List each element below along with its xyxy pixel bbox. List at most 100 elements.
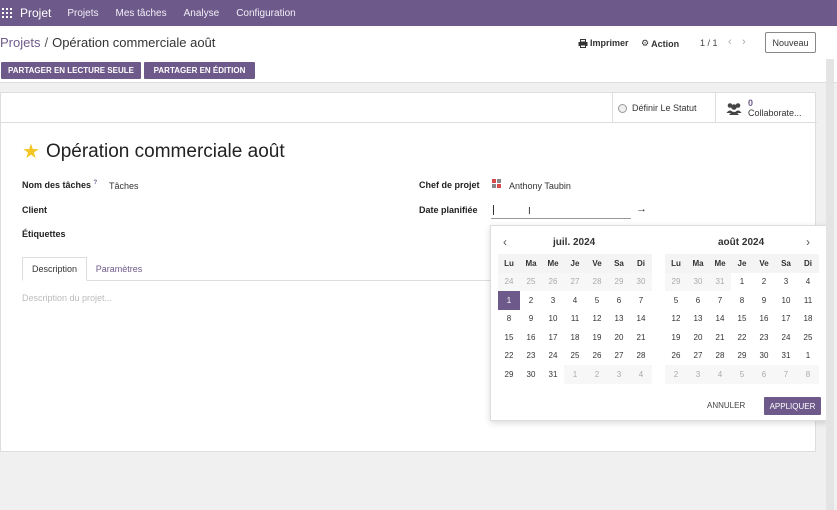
calendar-day[interactable]: 2 [520,291,542,310]
calendar-day[interactable]: 16 [753,310,775,329]
calendar-day[interactable]: 14 [630,310,652,329]
calendar-day[interactable]: 23 [753,328,775,347]
calendar-day-selected[interactable]: 1 [498,291,520,310]
calendar-day[interactable]: 9 [520,310,542,329]
calendar-day[interactable]: 24 [498,272,520,291]
calendar-day[interactable]: 31 [542,365,564,384]
calendar-day[interactable]: 4 [564,291,586,310]
calendar-day[interactable]: 26 [586,347,608,366]
calendar-day[interactable]: 24 [542,347,564,366]
calendar-day[interactable]: 3 [608,365,630,384]
calendar-day[interactable]: 21 [630,328,652,347]
calendar-day[interactable]: 19 [665,328,687,347]
calendar-day[interactable]: 31 [709,272,731,291]
calendar-day[interactable]: 30 [520,365,542,384]
calendar-day[interactable]: 29 [608,272,630,291]
planned-date-start-input[interactable] [491,203,631,219]
calendar-day[interactable]: 28 [586,272,608,291]
calendar-day[interactable]: 7 [775,365,797,384]
calendar-day[interactable]: 8 [797,365,819,384]
nav-item-analyse[interactable]: Analyse [184,8,220,19]
calendar-day[interactable]: 11 [564,310,586,329]
action-button[interactable]: ⚙ Action [641,38,679,49]
calendar-day[interactable]: 29 [498,365,520,384]
calendar-day[interactable]: 9 [753,291,775,310]
nav-item-projets[interactable]: Projets [67,8,98,19]
calendar-day[interactable]: 4 [797,273,819,292]
scrollbar[interactable] [826,59,834,510]
calendar-day[interactable]: 10 [542,310,564,329]
calendar-day[interactable]: 15 [731,310,753,329]
calendar-day[interactable]: 4 [630,365,652,384]
calendar-day[interactable]: 19 [586,328,608,347]
cancel-button[interactable]: ANNULER [707,401,745,410]
calendar-day[interactable]: 24 [775,328,797,347]
calendar-day[interactable]: 2 [665,365,687,384]
calendar-day[interactable]: 2 [753,273,775,292]
app-brand[interactable]: Projet [20,6,51,20]
project-manager-field[interactable]: Anthony Taubin [509,181,571,191]
calendar-day[interactable]: 15 [498,328,520,347]
calendar-day[interactable]: 6 [608,291,630,310]
calendar-day[interactable]: 25 [797,328,819,347]
calendar-day[interactable]: 13 [687,310,709,329]
star-icon[interactable]: ★ [22,142,40,162]
calendar-day[interactable]: 25 [520,272,542,291]
pager-value[interactable]: 1 / 1 [700,38,718,48]
breadcrumb-parent[interactable]: Projets [0,35,40,50]
next-month-icon[interactable]: › [806,235,810,249]
calendar-day[interactable]: 21 [709,328,731,347]
calendar-day[interactable]: 5 [731,365,753,384]
calendar-day[interactable]: 1 [564,365,586,384]
calendar-day[interactable]: 13 [608,310,630,329]
calendar-day[interactable]: 17 [542,328,564,347]
calendar-day[interactable]: 10 [775,291,797,310]
calendar-day[interactable]: 26 [665,347,687,366]
description-editor[interactable]: Description du projet... [22,293,112,303]
calendar-day[interactable]: 27 [687,347,709,366]
pager-previous-icon[interactable]: ‹ [728,36,732,48]
apply-button[interactable]: APPLIQUER [764,397,821,415]
previous-month-icon[interactable]: ‹ [503,235,507,249]
calendar-day[interactable]: 27 [608,347,630,366]
calendar-day[interactable]: 22 [731,328,753,347]
nav-item-configuration[interactable]: Configuration [236,8,295,19]
calendar-day[interactable]: 30 [753,347,775,366]
calendar-day[interactable]: 20 [608,328,630,347]
calendar-day[interactable]: 3 [687,365,709,384]
calendar-day[interactable]: 30 [630,272,652,291]
share-readonly-button[interactable]: PARTAGER EN LECTURE SEULE [1,62,141,79]
calendar-day[interactable]: 7 [709,291,731,310]
calendar-day[interactable]: 18 [797,310,819,329]
set-status-button[interactable]: Définir Le Statut [612,93,715,123]
calendar-day[interactable]: 20 [687,328,709,347]
calendar-day[interactable]: 12 [665,310,687,329]
calendar-day[interactable]: 17 [775,310,797,329]
calendar-day[interactable]: 23 [520,347,542,366]
calendar-day[interactable]: 28 [630,347,652,366]
tab-parameters[interactable]: Paramètres [87,257,151,281]
apps-grid-icon[interactable] [2,8,12,18]
help-icon[interactable]: ? [94,180,98,186]
calendar-day[interactable]: 5 [665,291,687,310]
print-button[interactable]: Imprimer [578,38,629,48]
calendar-day[interactable]: 30 [687,272,709,291]
calendar-day[interactable]: 1 [797,347,819,366]
calendar-day[interactable]: 1 [731,273,753,292]
calendar-day[interactable]: 18 [564,328,586,347]
project-title[interactable]: Opération commerciale août [46,141,285,163]
calendar-day[interactable]: 7 [630,291,652,310]
task-name-field[interactable]: Tâches [109,181,139,191]
collaborators-button[interactable]: 0 Collaborate... [715,93,817,123]
tab-description[interactable]: Description [22,257,87,281]
calendar-day[interactable]: 3 [542,291,564,310]
pager-next-icon[interactable]: › [742,36,746,48]
calendar-day[interactable]: 8 [731,291,753,310]
calendar-day[interactable]: 12 [586,310,608,329]
calendar-day[interactable]: 6 [753,365,775,384]
calendar-day[interactable]: 2 [586,365,608,384]
calendar-day[interactable]: 16 [520,328,542,347]
calendar-day[interactable]: 29 [665,272,687,291]
calendar-day[interactable]: 28 [709,347,731,366]
calendar-day[interactable]: 3 [775,273,797,292]
